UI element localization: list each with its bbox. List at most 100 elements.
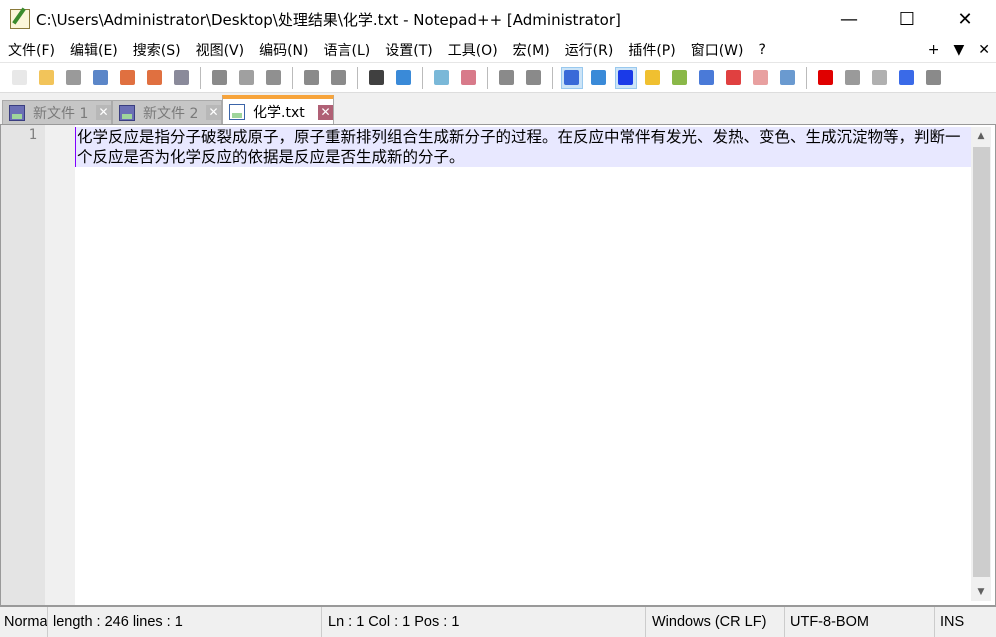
playback-button[interactable] xyxy=(869,67,891,89)
run-multiple-button[interactable] xyxy=(896,67,918,89)
menu-item[interactable]: 插件(P) xyxy=(620,40,682,60)
start-recording-button[interactable] xyxy=(815,67,837,89)
sync-horizontal-icon xyxy=(526,70,541,85)
scrollbar-thumb[interactable] xyxy=(973,147,990,577)
replace-button[interactable] xyxy=(393,67,415,89)
stop-recording-icon xyxy=(845,70,860,85)
toolbar xyxy=(0,62,996,92)
status-length: length : 246 lines : 1 xyxy=(48,607,322,637)
menu-item[interactable]: 编码(N) xyxy=(251,40,315,60)
menu-item[interactable]: 视图(V) xyxy=(188,40,252,60)
open-file-icon xyxy=(39,70,54,85)
line-number-gutter: 1 xyxy=(1,125,45,605)
function-list-button[interactable] xyxy=(723,67,745,89)
tab-new-file-1[interactable]: 新文件 1 ✕ xyxy=(2,100,112,125)
tab-close-icon[interactable]: ✕ xyxy=(318,104,333,120)
close-all-button[interactable] xyxy=(144,67,166,89)
save-button[interactable] xyxy=(63,67,85,89)
indent-guide-button[interactable] xyxy=(614,66,637,89)
function-list-icon xyxy=(726,70,741,85)
scroll-up-icon[interactable]: ▲ xyxy=(971,127,991,145)
show-all-chars-button[interactable] xyxy=(588,67,610,89)
zoom-out-icon xyxy=(461,70,476,85)
paste-button[interactable] xyxy=(263,67,285,89)
run-multiple-icon xyxy=(899,70,914,85)
menu-item[interactable]: 运行(R) xyxy=(557,40,621,60)
tab-close-icon[interactable]: ✕ xyxy=(206,105,221,120)
new-tab-button[interactable]: + xyxy=(928,42,940,58)
tab-list-button[interactable]: ▼ xyxy=(953,42,964,58)
find-button[interactable] xyxy=(366,67,388,89)
document-list-button[interactable] xyxy=(696,67,718,89)
sync-vertical-icon xyxy=(499,70,514,85)
save-icon xyxy=(229,104,245,120)
scroll-down-icon[interactable]: ▼ xyxy=(971,583,991,601)
close-document-button[interactable]: ✕ xyxy=(978,42,990,58)
save-macro-button[interactable] xyxy=(923,67,945,89)
monitoring-button[interactable] xyxy=(777,67,799,89)
line-number: 1 xyxy=(28,127,37,143)
word-wrap-button[interactable] xyxy=(560,66,583,89)
save-macro-icon xyxy=(926,70,941,85)
status-eol: Windows (CR LF) xyxy=(646,607,785,637)
print-button[interactable] xyxy=(171,67,193,89)
document-map-icon xyxy=(672,70,687,85)
toolbar-separator xyxy=(200,66,201,89)
tab-chemistry-txt[interactable]: 化学.txt ✕ xyxy=(222,95,334,125)
toolbar-separator xyxy=(552,66,553,89)
replace-icon xyxy=(396,70,411,85)
menu-item[interactable]: 设置(T) xyxy=(377,40,439,60)
menu-item[interactable]: 工具(O) xyxy=(440,40,505,60)
open-file-button[interactable] xyxy=(36,67,58,89)
save-all-button[interactable] xyxy=(90,67,112,89)
zoom-in-button[interactable] xyxy=(431,67,453,89)
sync-horizontal-button[interactable] xyxy=(523,67,545,89)
tab-new-file-2[interactable]: 新文件 2 ✕ xyxy=(112,100,222,125)
maximize-button[interactable]: ☐ xyxy=(878,0,936,38)
tab-label: 新文件 2 xyxy=(143,105,199,122)
status-position: Ln : 1 Col : 1 Pos : 1 xyxy=(322,607,646,637)
word-wrap-icon xyxy=(564,70,579,85)
toolbar-separator xyxy=(292,66,293,89)
close-icon xyxy=(120,70,135,85)
stop-recording-button[interactable] xyxy=(842,67,864,89)
undo-icon xyxy=(304,70,319,85)
folder-as-workspace-button[interactable] xyxy=(750,67,772,89)
document-list-icon xyxy=(699,70,714,85)
monitoring-icon xyxy=(780,70,795,85)
close-button[interactable]: ✕ xyxy=(936,0,994,38)
udl-button[interactable] xyxy=(642,67,664,89)
cut-button[interactable] xyxy=(209,67,231,89)
copy-button[interactable] xyxy=(236,67,258,89)
menu-item[interactable]: 编辑(E) xyxy=(62,40,125,60)
new-file-icon xyxy=(12,70,27,85)
save-icon xyxy=(9,104,25,121)
minimize-button[interactable]: — xyxy=(820,0,878,38)
redo-button[interactable] xyxy=(328,67,350,89)
show-all-chars-icon xyxy=(591,70,606,85)
menu-item[interactable]: 语言(L) xyxy=(316,40,378,60)
toolbar-separator xyxy=(357,66,358,89)
menu-item[interactable]: 文件(F) xyxy=(0,40,62,60)
paste-icon xyxy=(266,70,281,85)
new-file-button[interactable] xyxy=(9,67,31,89)
print-icon xyxy=(174,70,189,85)
menu-item[interactable]: ? xyxy=(751,42,773,58)
menu-item[interactable]: 搜索(S) xyxy=(125,40,188,60)
tab-close-icon[interactable]: ✕ xyxy=(96,105,111,120)
tab-label: 新文件 1 xyxy=(33,105,89,122)
menu-item[interactable]: 宏(M) xyxy=(505,40,557,60)
undo-button[interactable] xyxy=(301,67,323,89)
menu-item[interactable]: 窗口(W) xyxy=(683,40,751,60)
close-button[interactable] xyxy=(117,67,139,89)
copy-icon xyxy=(239,70,254,85)
editor-text[interactable]: 化学反应是指分子破裂成原子，原子重新排列组合生成新分子的过程。在反应中常伴有发光… xyxy=(75,127,971,167)
vertical-scrollbar[interactable]: ▲ ▼ xyxy=(971,127,991,601)
editor[interactable]: 1 化学反应是指分子破裂成原子，原子重新排列组合生成新分子的过程。在反应中常伴有… xyxy=(0,124,996,605)
sync-vertical-button[interactable] xyxy=(496,67,518,89)
document-map-button[interactable] xyxy=(669,67,691,89)
zoom-out-button[interactable] xyxy=(458,67,480,89)
tab-bar: 新文件 1 ✕ 新文件 2 ✕ 化学.txt ✕ xyxy=(0,92,996,125)
window-title: C:\Users\Administrator\Desktop\处理结果\化学.t… xyxy=(36,10,621,29)
indent-guide-icon xyxy=(618,70,633,85)
